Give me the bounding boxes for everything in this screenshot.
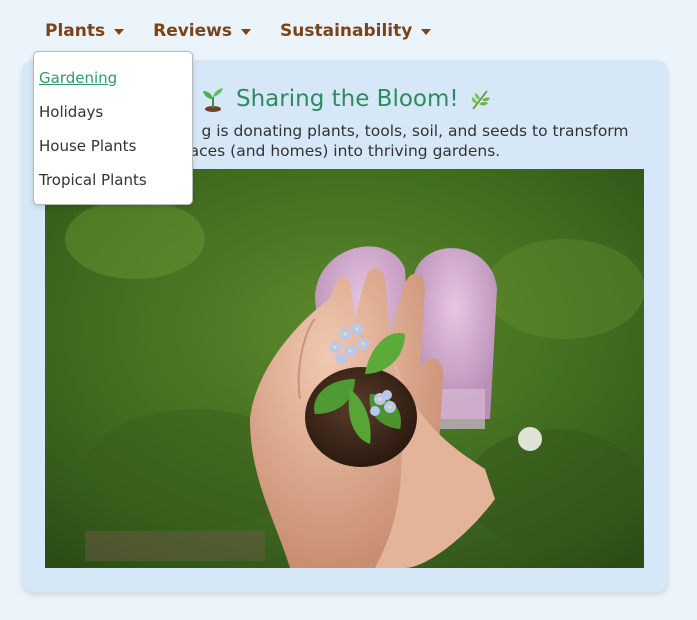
nav-sustainability[interactable]: Sustainability — [280, 16, 432, 46]
herb-icon — [471, 90, 490, 110]
feature-title-text: Sharing the Bloom! — [236, 86, 459, 112]
dropdown-item-house-plants[interactable]: House Plants — [34, 136, 192, 170]
nav-plants[interactable]: Plants — [45, 16, 125, 46]
chevron-down-icon — [421, 28, 432, 35]
hands-holding-seedling-photo — [45, 169, 644, 568]
dropdown-item-holidays[interactable]: Holidays — [34, 102, 192, 136]
chevron-down-icon — [114, 28, 125, 35]
sprout-icon — [203, 88, 223, 112]
feature-title: Sharing the Bloom! — [200, 84, 493, 114]
nav-reviews-label: Reviews — [153, 21, 232, 41]
nav-sustainability-label: Sustainability — [280, 21, 413, 41]
dropdown-item-tropical-plants[interactable]: Tropical Plants — [34, 170, 192, 204]
plants-dropdown-menu: Gardening Holidays House Plants Tropical… — [33, 51, 193, 205]
nav-plants-label: Plants — [45, 21, 106, 41]
dropdown-item-gardening[interactable]: Gardening — [34, 68, 192, 102]
chevron-down-icon — [241, 28, 251, 35]
nav-reviews[interactable]: Reviews — [153, 16, 251, 46]
